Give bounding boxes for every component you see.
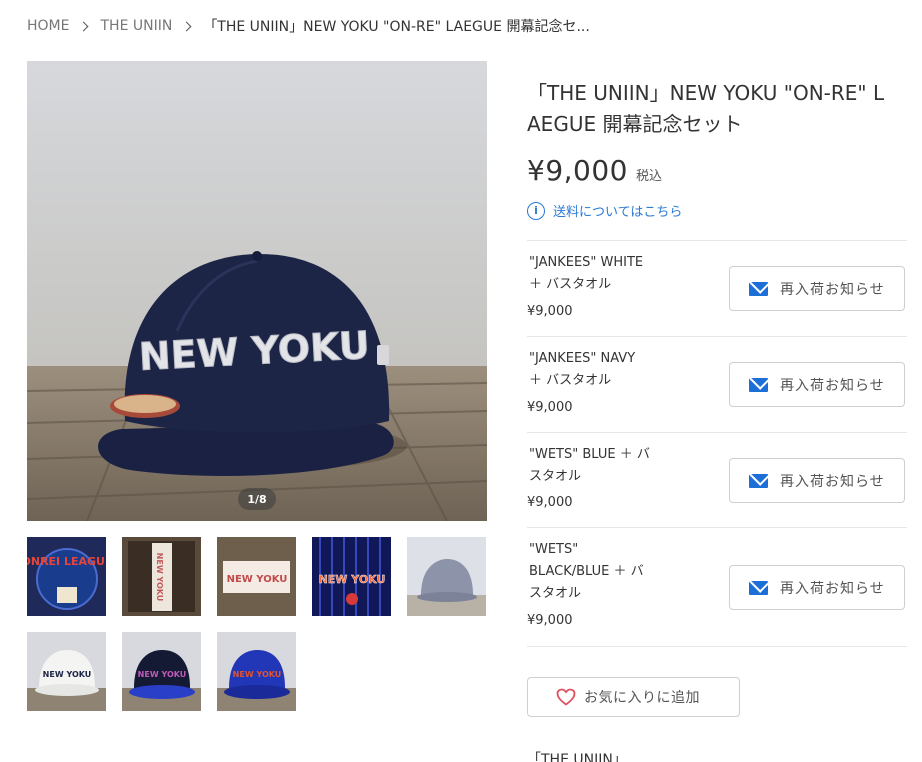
mail-icon xyxy=(749,281,768,296)
restock-notify-button[interactable]: 再入荷お知らせ xyxy=(729,458,905,503)
variant-row: "WETS" BLACK/BLUE ＋ バスタオル ¥9,000 再入荷お知らせ xyxy=(527,527,907,646)
cap-photo-illustration: NEW YOKU xyxy=(27,61,487,521)
restock-notify-button[interactable]: 再入荷お知らせ xyxy=(729,565,905,610)
variant-row: "WETS" BLUE ＋ バスタオル ¥9,000 再入荷お知らせ xyxy=(527,432,907,527)
favorite-button-label: お気に入りに追加 xyxy=(584,690,700,706)
thumb-label: NEW YOKU xyxy=(233,670,282,679)
restock-button-label: 再入荷お知らせ xyxy=(780,580,885,597)
thumbnail-4[interactable]: NEW YOKU xyxy=(312,537,391,616)
breadcrumb-current: 「THE UNIIN」NEW YOKU "ON-RE" LAEGUE 開幕記念セ… xyxy=(203,19,590,35)
thumb-label: NEW YOKU xyxy=(43,670,92,679)
shipping-info-link[interactable]: i 送料についてはこちら xyxy=(527,201,682,220)
variant-price: ¥9,000 xyxy=(527,613,573,628)
add-to-favorites-button[interactable]: お気に入りに追加 xyxy=(527,677,740,717)
chevron-right-icon xyxy=(181,21,192,31)
thumbnail-1[interactable]: ONREI LEAGUE xyxy=(27,537,106,616)
description-brand-line: 「THE UNIIN」 xyxy=(527,752,627,762)
thumbnail-5[interactable] xyxy=(407,537,486,616)
tax-label: 税込 xyxy=(635,169,662,184)
thumb-label: NEW YOKU xyxy=(319,573,386,586)
breadcrumb-home[interactable]: HOME xyxy=(27,18,69,34)
divider xyxy=(527,646,907,647)
variant-price: ¥9,000 xyxy=(527,304,573,319)
variant-name: "WETS" BLUE ＋ バスタオル xyxy=(529,447,650,484)
photo-counter: 1/8 xyxy=(238,488,276,510)
thumbnail-2[interactable]: NEW YOKU xyxy=(122,537,201,616)
mail-icon xyxy=(749,473,768,488)
thumbnail-7[interactable]: NEW YOKU xyxy=(122,632,201,711)
product-title: 「THE UNIIN」NEW YOKU "ON-RE" LAEGUE 開幕記念セ… xyxy=(527,81,885,136)
variant-price: ¥9,000 xyxy=(527,400,573,415)
thumbnail-3[interactable]: NEW YOKU xyxy=(217,537,296,616)
mail-icon xyxy=(749,377,768,392)
thumb-label: NEW YOKU xyxy=(155,553,164,602)
variant-name: "JANKEES" WHITE ＋ バスタオル xyxy=(529,255,644,292)
thumb-label: NEW YOKU xyxy=(138,670,187,679)
variant-row: "JANKEES" WHITE ＋ バスタオル ¥9,000 再入荷お知らせ xyxy=(527,240,907,336)
thumbnail-8[interactable]: NEW YOKU xyxy=(217,632,296,711)
variant-name: "JANKEES" NAVY ＋ バスタオル xyxy=(529,351,636,388)
heart-icon xyxy=(556,688,576,706)
thumb-label: ONREI LEAGUE xyxy=(27,555,106,568)
main-product-photo[interactable]: NEW YOKU 1/8 xyxy=(27,61,487,521)
product-price: ¥9,000 xyxy=(527,154,628,187)
price-row: ¥9,000 税込 xyxy=(527,154,662,187)
chevron-right-icon xyxy=(79,21,89,31)
variant-name: "WETS" BLACK/BLUE ＋ バスタオル xyxy=(529,542,644,601)
breadcrumb: HOME THE UNIIN 「THE UNIIN」NEW YOKU "ON-R… xyxy=(27,16,590,36)
restock-button-label: 再入荷お知らせ xyxy=(780,473,885,490)
breadcrumb-category[interactable]: THE UNIIN xyxy=(100,18,172,34)
mail-icon xyxy=(749,580,768,595)
thumb-label: NEW YOKU xyxy=(227,574,288,585)
shipping-link-label[interactable]: 送料についてはこちら xyxy=(553,201,682,220)
restock-button-label: 再入荷お知らせ xyxy=(780,377,885,394)
restock-notify-button[interactable]: 再入荷お知らせ xyxy=(729,362,905,407)
restock-notify-button[interactable]: 再入荷お知らせ xyxy=(729,266,905,311)
variant-price: ¥9,000 xyxy=(527,495,573,510)
variant-row: "JANKEES" NAVY ＋ バスタオル ¥9,000 再入荷お知らせ xyxy=(527,336,907,432)
thumbnail-6[interactable]: NEW YOKU xyxy=(27,632,106,711)
info-icon: i xyxy=(527,201,545,220)
restock-button-label: 再入荷お知らせ xyxy=(780,281,885,298)
